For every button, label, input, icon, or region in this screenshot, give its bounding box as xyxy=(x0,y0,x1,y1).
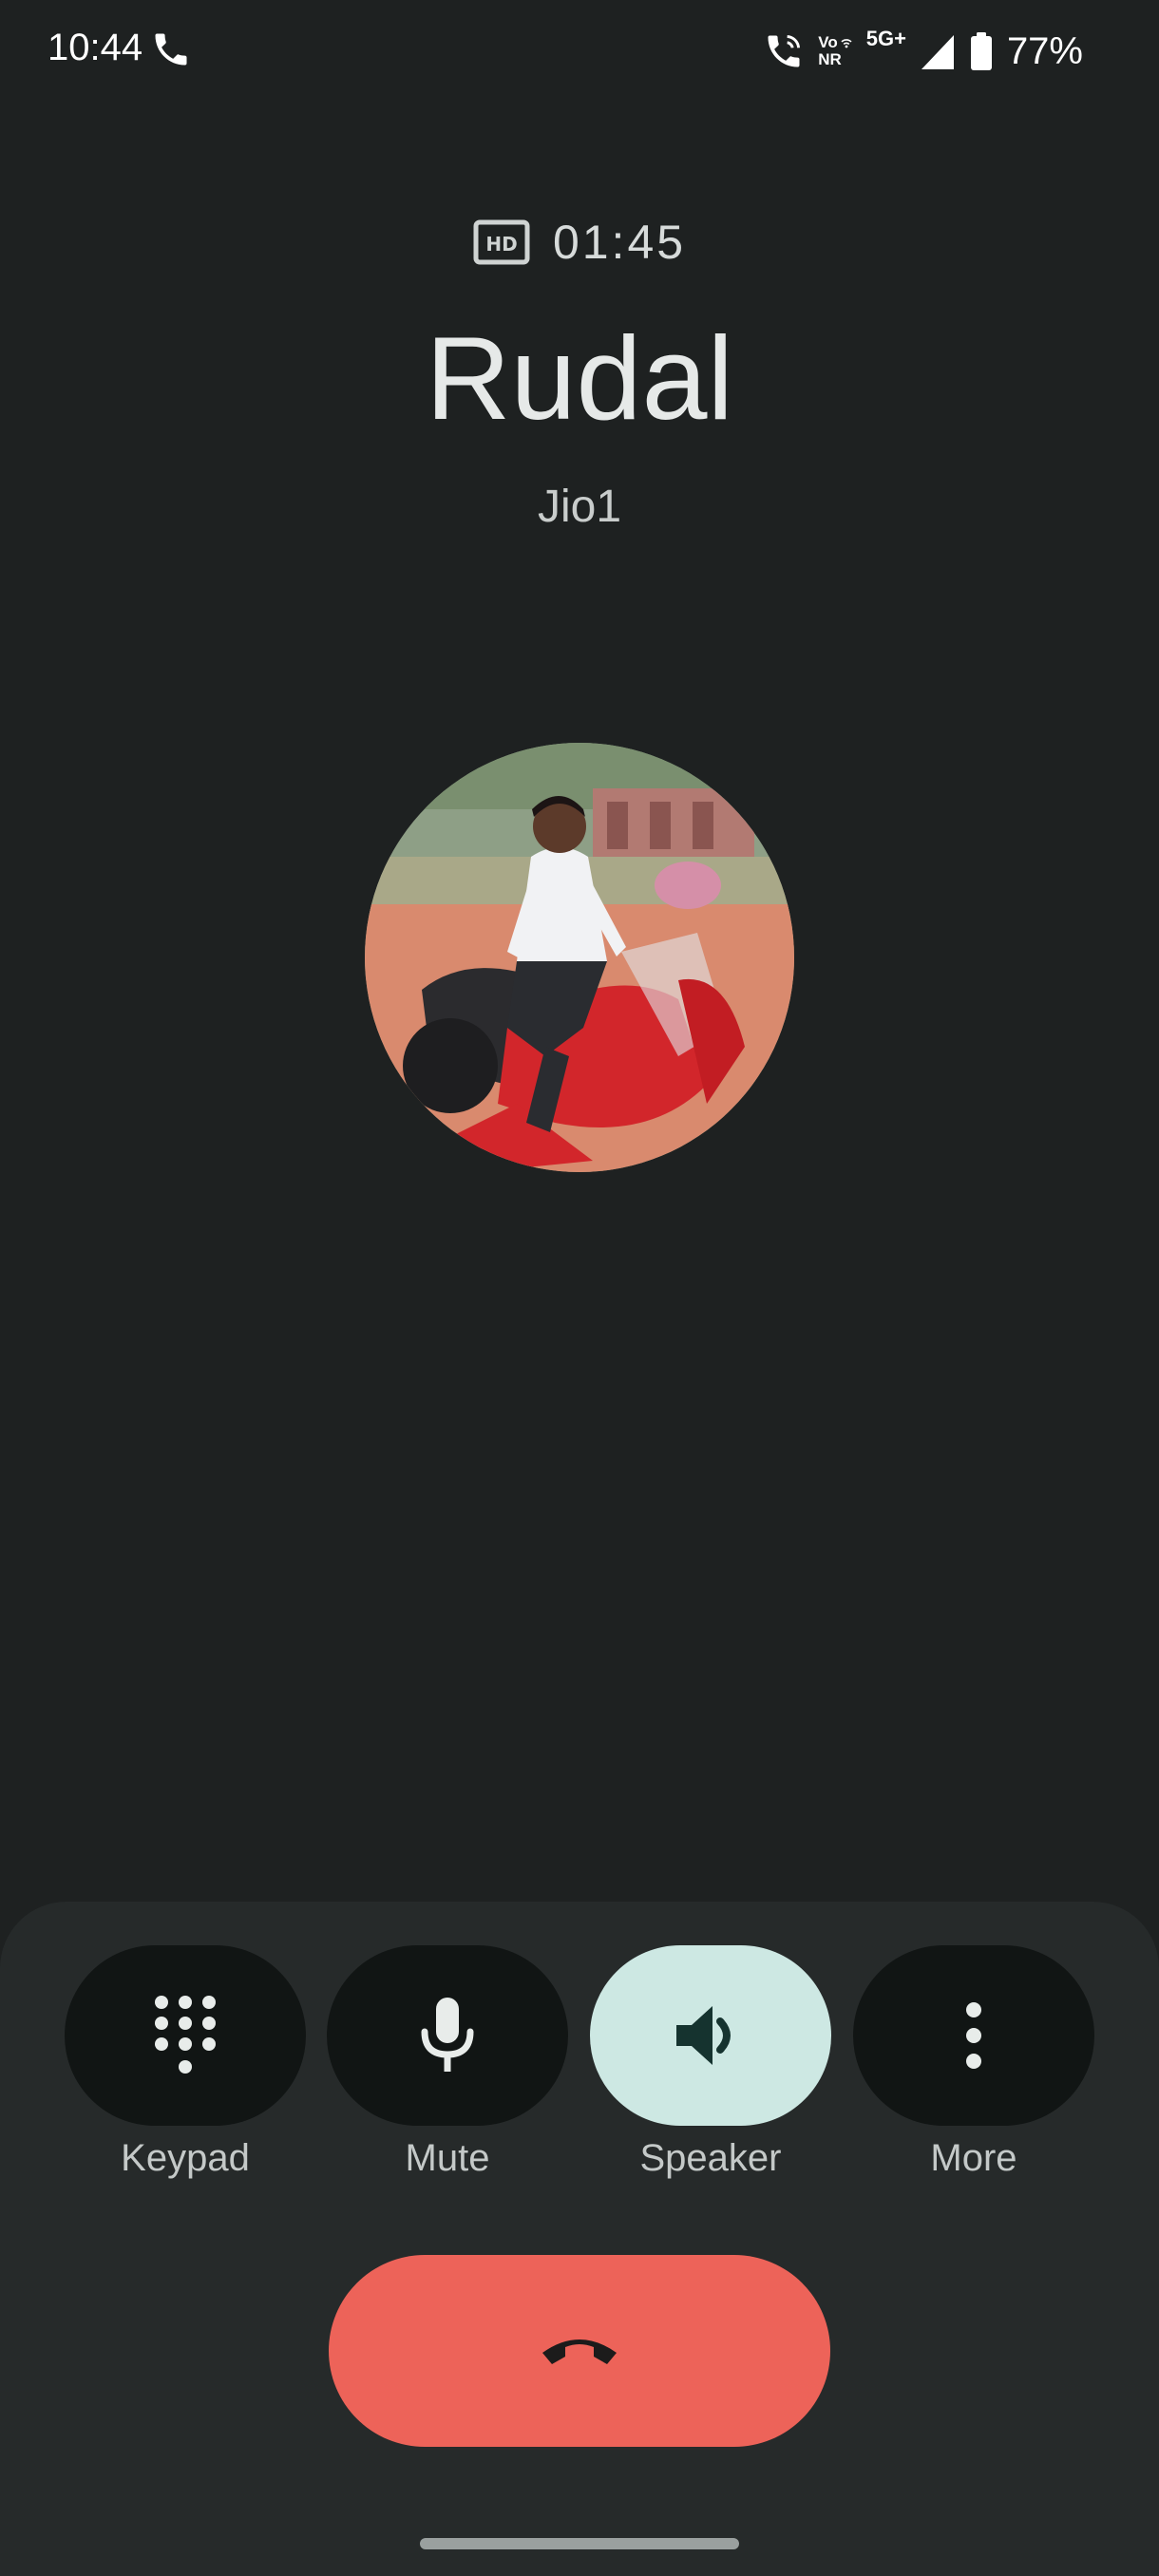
contact-photo-image xyxy=(365,743,794,1172)
contact-photo xyxy=(365,743,794,1172)
dialpad-icon xyxy=(155,1996,216,2074)
wifi-calling-icon xyxy=(768,34,801,67)
microphone-icon xyxy=(421,1998,474,2072)
caller-name: Rudal xyxy=(426,313,733,445)
keypad-label: Keypad xyxy=(121,2137,250,2179)
speaker-icon xyxy=(676,2006,731,2065)
end-call-icon xyxy=(542,2339,617,2364)
mute-button[interactable] xyxy=(327,1945,568,2126)
end-call-button[interactable] xyxy=(329,2255,830,2447)
svg-text:HD: HD xyxy=(485,233,517,256)
call-timer-row: HD 01:45 xyxy=(0,209,1159,275)
in-call-screen: 10:44 Vo NR 5G+ 77% HD 01:45 Rudal Jio1 … xyxy=(0,0,1159,2576)
more-button[interactable] xyxy=(853,1945,1094,2126)
battery-percent: 77% xyxy=(1006,29,1083,72)
phone-icon xyxy=(155,33,187,66)
status-icons: Vo NR 5G+ 77% xyxy=(763,23,1083,80)
call-timer: 01:45 xyxy=(552,216,687,269)
battery-icon xyxy=(970,32,992,70)
keypad-button[interactable] xyxy=(65,1945,306,2126)
more-vert-icon xyxy=(966,2002,981,2069)
speaker-label: Speaker xyxy=(639,2137,782,2179)
network-type: 5G+ xyxy=(865,27,906,50)
speaker-button[interactable] xyxy=(590,1945,831,2126)
volte-top-text: Vo xyxy=(818,33,838,51)
hd-icon: HD xyxy=(473,219,530,265)
volte-bottom-text: NR xyxy=(818,50,842,68)
home-indicator[interactable] xyxy=(420,2538,739,2549)
status-time: 10:44 xyxy=(48,27,143,68)
status-bar: 10:44 Vo NR 5G+ 77% xyxy=(0,0,1159,104)
volte-indicator: Vo NR xyxy=(818,34,852,68)
sim-line-label: Jio1 xyxy=(537,482,622,532)
wifi-small-icon xyxy=(841,39,852,48)
mute-label: Mute xyxy=(405,2137,490,2179)
more-label: More xyxy=(930,2137,1017,2179)
signal-icon xyxy=(921,35,954,69)
